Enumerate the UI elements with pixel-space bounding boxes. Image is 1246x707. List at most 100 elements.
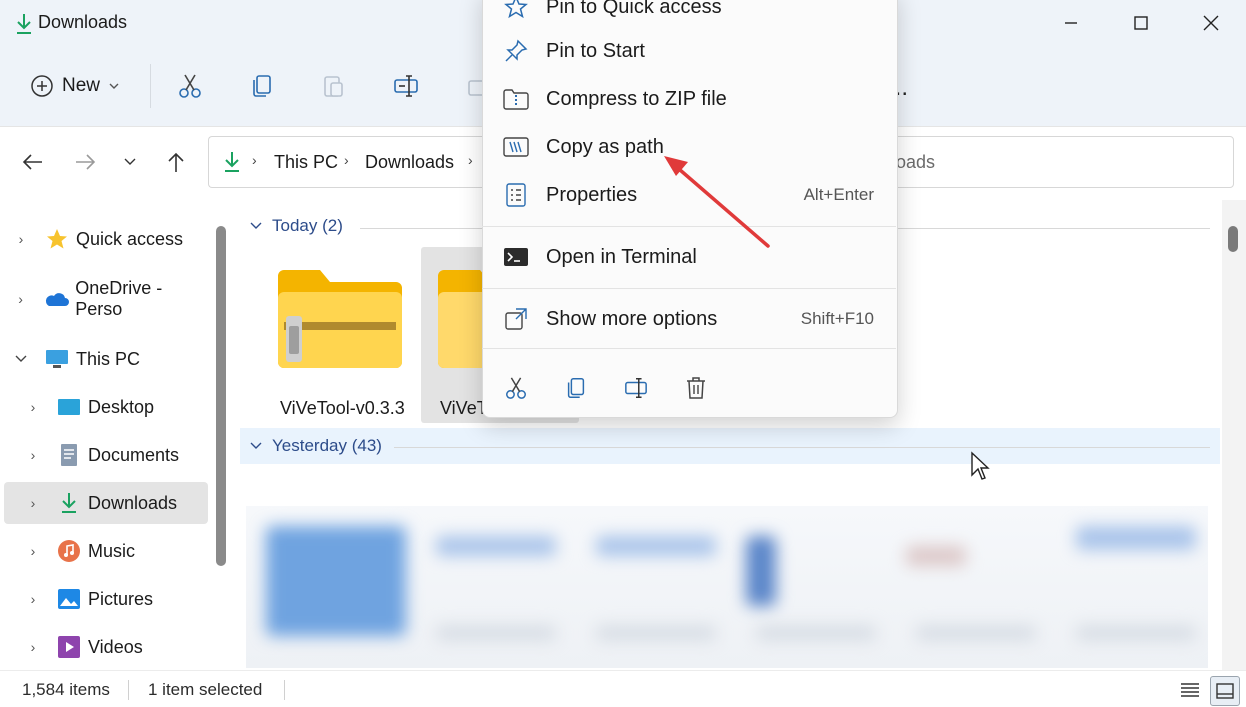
menu-item-copy-as-path[interactable]: Copy as path	[482, 124, 896, 170]
chevron-right-icon[interactable]: ›	[24, 398, 42, 416]
copy-icon	[253, 75, 271, 97]
mouse-pointer-icon	[970, 451, 990, 481]
nav-item-music[interactable]: › Music	[4, 530, 208, 572]
nav-item-label: This PC	[76, 348, 141, 369]
zip-folder-icon	[276, 266, 404, 370]
back-button[interactable]	[14, 144, 50, 180]
menu-item-pin-start[interactable]: Pin to Start	[482, 28, 896, 74]
download-arrow-icon	[14, 12, 34, 36]
new-button-label: New	[62, 75, 101, 96]
pin-icon	[502, 37, 530, 65]
menu-rename-button[interactable]	[618, 370, 654, 406]
star-icon	[44, 226, 70, 252]
maximize-button[interactable]	[1106, 0, 1176, 46]
group-header-highlight	[240, 428, 1220, 464]
download-arrow-icon	[56, 490, 82, 516]
menu-delete-button[interactable]	[678, 370, 714, 406]
up-button[interactable]	[158, 144, 194, 180]
status-divider	[284, 680, 285, 700]
group-header-today[interactable]: Today (2)	[250, 216, 343, 236]
minimize-button[interactable]	[1036, 0, 1106, 46]
plus-circle-icon	[31, 75, 53, 97]
menu-item-open-terminal[interactable]: Open in Terminal	[482, 234, 896, 280]
close-button[interactable]	[1176, 0, 1246, 46]
trash-icon	[687, 377, 705, 399]
nav-item-this-pc[interactable]: This PC	[4, 338, 208, 380]
arrow-left-icon	[22, 154, 42, 170]
chevron-down-icon	[124, 158, 136, 165]
content-scrollbar-track[interactable]	[1222, 200, 1246, 670]
tiles-view-button[interactable]	[1210, 676, 1240, 706]
rename-icon	[394, 75, 418, 97]
menu-separator	[482, 288, 896, 289]
nav-item-label: Pictures	[88, 588, 154, 609]
close-icon	[1203, 15, 1219, 31]
nav-item-pictures[interactable]: › Pictures	[4, 578, 208, 620]
menu-copy-button[interactable]	[558, 370, 594, 406]
chevron-right-icon[interactable]: ›	[24, 638, 42, 656]
menu-item-compress-zip[interactable]: Compress to ZIP file	[482, 76, 896, 122]
onedrive-cloud-icon	[43, 286, 70, 312]
minimize-icon	[1065, 22, 1077, 24]
chevron-right-icon[interactable]: ›	[24, 446, 42, 464]
documents-icon	[56, 442, 82, 468]
copy-button[interactable]	[238, 62, 286, 110]
file-name[interactable]: ViVeT	[440, 398, 488, 419]
recent-locations-button[interactable]	[112, 144, 148, 180]
menu-item-label: Open in Terminal	[546, 245, 697, 268]
breadcrumb-separator: ›	[252, 152, 257, 168]
desktop-icon	[56, 394, 82, 420]
nav-scrollbar[interactable]	[216, 226, 226, 566]
chevron-down-icon	[109, 83, 119, 89]
scissors-icon	[179, 74, 201, 98]
selection-count: 1 item selected	[148, 680, 263, 699]
cut-button[interactable]	[166, 62, 214, 110]
search-placeholder: oads	[896, 152, 936, 172]
nav-item-onedrive[interactable]: › OneDrive - Perso	[4, 278, 208, 320]
group-header-yesterday[interactable]: Yesterday (43)	[250, 436, 382, 456]
chevron-right-icon[interactable]: ›	[24, 590, 42, 608]
list-view-icon	[1181, 683, 1199, 697]
menu-item-show-more-options[interactable]: Show more options Shift+F10	[482, 296, 896, 342]
toolbar-divider	[150, 64, 151, 108]
forward-button[interactable]	[68, 144, 104, 180]
chevron-right-icon[interactable]: ›	[12, 230, 30, 248]
nav-item-label: Documents	[88, 444, 180, 465]
menu-cut-button[interactable]	[498, 370, 534, 406]
breadcrumb-downloads[interactable]: Downloads	[365, 152, 454, 173]
new-button[interactable]: New	[20, 66, 132, 106]
nav-item-downloads[interactable]: › Downloads	[4, 482, 208, 524]
menu-item-shortcut: Alt+Enter	[803, 185, 874, 204]
menu-separator	[482, 226, 896, 227]
content-scrollbar-thumb[interactable]	[1228, 226, 1238, 252]
nav-item-documents[interactable]: › Documents	[4, 434, 208, 476]
status-divider	[128, 680, 129, 700]
group-divider	[394, 447, 1210, 448]
chevron-right-icon[interactable]: ›	[24, 542, 42, 560]
nav-item-label: Desktop	[88, 396, 155, 417]
videos-icon	[56, 634, 82, 660]
arrow-up-icon	[168, 152, 184, 172]
more-options-icon	[502, 305, 530, 333]
paste-button[interactable]	[310, 62, 358, 110]
rename-icon	[625, 378, 647, 398]
chevron-right-icon[interactable]: ›	[12, 290, 29, 308]
group-label: Today (2)	[272, 216, 343, 235]
menu-item-label: Pin to Start	[546, 39, 645, 62]
menu-item-label: Copy as path	[546, 135, 664, 158]
chevron-right-icon[interactable]: ›	[24, 494, 42, 512]
nav-item-desktop[interactable]: › Desktop	[4, 386, 208, 428]
breadcrumb-this-pc[interactable]: This PC	[274, 152, 338, 173]
zip-icon	[502, 85, 530, 113]
menu-item-properties[interactable]: Properties Alt+Enter	[482, 172, 896, 218]
menu-separator	[482, 348, 896, 349]
rename-button[interactable]	[382, 62, 430, 110]
file-name[interactable]: ViVeTool-v0.3.3	[280, 398, 405, 419]
details-view-button[interactable]	[1176, 676, 1204, 704]
nav-item-videos[interactable]: › Videos	[4, 626, 208, 668]
star-outline-icon	[502, 0, 530, 21]
chevron-down-icon[interactable]	[12, 350, 30, 368]
nav-item-quick-access[interactable]: › Quick access	[4, 218, 208, 260]
blurred-file-thumbnails	[246, 506, 1208, 668]
menu-item-pin-quick-access[interactable]: Pin to Quick access	[482, 0, 896, 30]
